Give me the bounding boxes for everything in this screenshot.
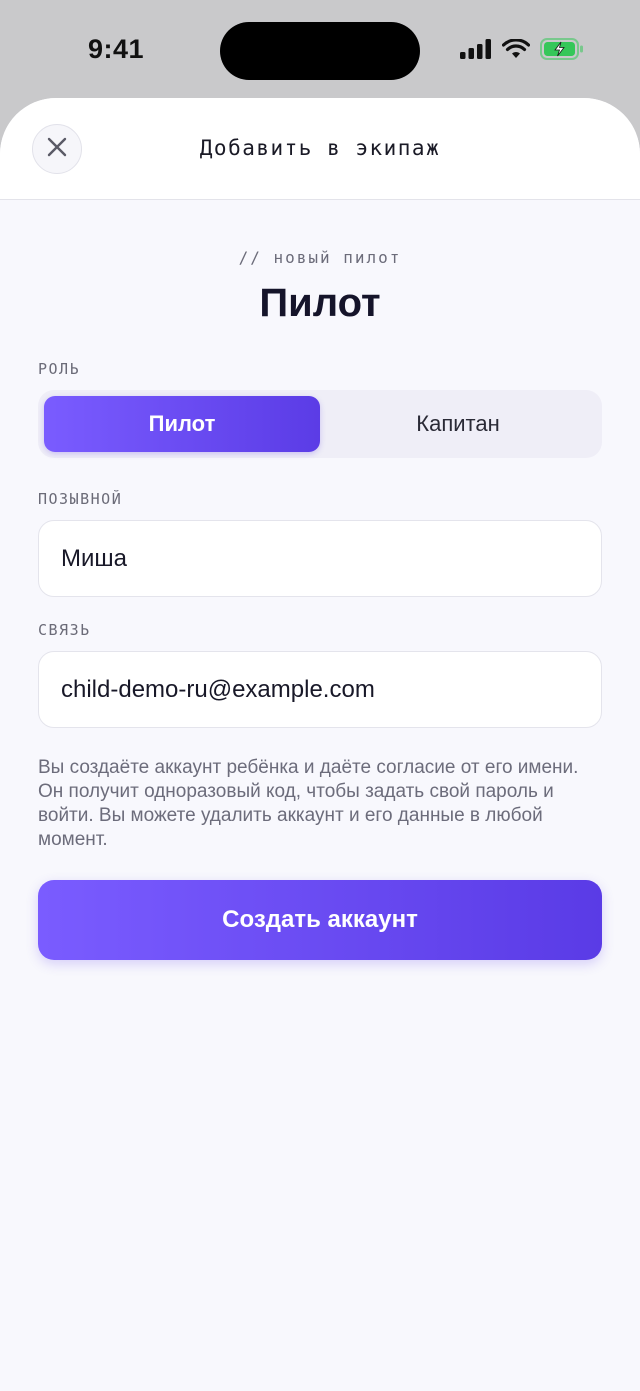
screen: 9:41 Добавить в экипаж // новый пилот Пи… bbox=[0, 0, 640, 1391]
role-option-pilot[interactable]: Пилот bbox=[44, 396, 320, 452]
eyebrow-text: // новый пилот bbox=[238, 248, 402, 267]
contact-label: СВЯЗЬ bbox=[38, 621, 91, 639]
status-bar: 9:41 bbox=[0, 0, 640, 100]
form-content: // новый пилот Пилот РОЛЬ Пилот Капитан … bbox=[0, 248, 640, 960]
wifi-icon bbox=[502, 39, 530, 59]
status-time: 9:41 bbox=[88, 34, 145, 64]
page-title: Пилот bbox=[259, 281, 381, 325]
battery-charging-icon bbox=[540, 38, 584, 60]
role-segmented-control: Пилот Капитан bbox=[38, 390, 602, 458]
cellular-signal-icon bbox=[460, 39, 492, 59]
callsign-label: ПОЗЫВНОЙ bbox=[38, 490, 123, 508]
role-option-captain[interactable]: Капитан bbox=[320, 396, 596, 452]
consent-text: Вы создаёте аккаунт ребёнка и даёте согл… bbox=[38, 757, 579, 850]
callsign-input[interactable] bbox=[38, 520, 602, 597]
status-icons bbox=[460, 38, 584, 60]
dynamic-island bbox=[220, 22, 420, 80]
create-account-button[interactable]: Создать аккаунт bbox=[38, 880, 602, 960]
bottom-sheet: Добавить в экипаж // новый пилот Пилот Р… bbox=[0, 98, 640, 1391]
sheet-header: Добавить в экипаж bbox=[0, 98, 640, 200]
sheet-title: Добавить в экипаж bbox=[199, 136, 441, 160]
role-label: РОЛЬ bbox=[38, 360, 81, 378]
contact-email-input[interactable] bbox=[38, 651, 602, 728]
